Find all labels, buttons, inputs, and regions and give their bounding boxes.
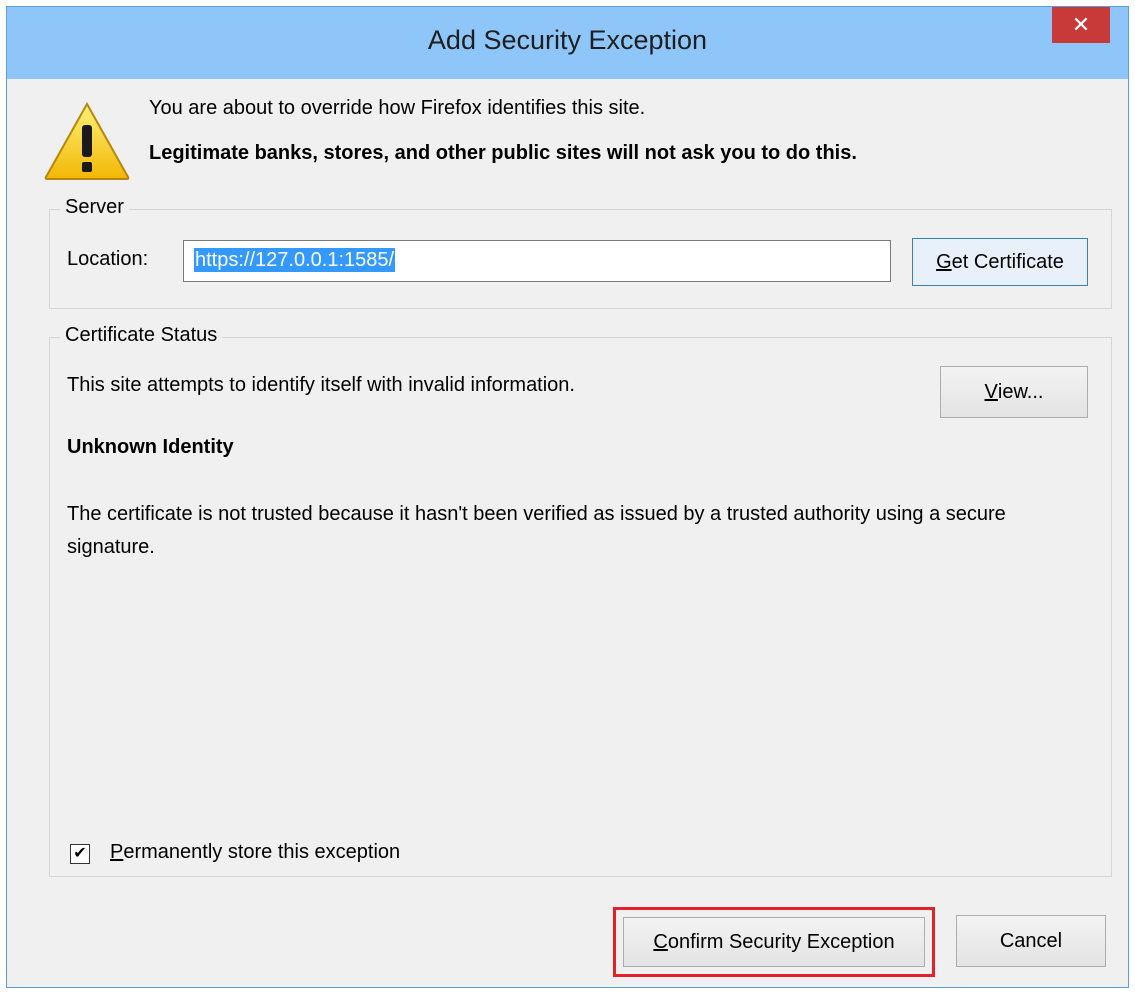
location-input[interactable]: https://127.0.0.1:1585/ xyxy=(183,240,891,282)
location-value: https://127.0.0.1:1585/ xyxy=(194,248,396,272)
get-certificate-label: et Certificate xyxy=(951,250,1064,273)
get-certificate-button[interactable]: Get Certificate xyxy=(912,238,1088,286)
unknown-identity-heading: Unknown Identity xyxy=(67,436,234,458)
title-bar[interactable]: Add Security Exception ✕ xyxy=(7,7,1128,79)
confirm-security-exception-button[interactable]: Confirm Security Exception xyxy=(623,917,925,967)
close-button[interactable]: ✕ xyxy=(1052,7,1110,43)
confirm-label: onfirm Security Exception xyxy=(667,930,895,953)
view-button[interactable]: View... xyxy=(940,366,1088,418)
certificate-status-legend: Certificate Status xyxy=(60,324,223,347)
warning-message: You are about to override how Firefox id… xyxy=(149,97,646,119)
location-label: Location: xyxy=(67,248,149,270)
status-message: This site attempts to identify itself wi… xyxy=(67,374,575,396)
certificate-status-group: Certificate Status This site attempts to… xyxy=(49,324,1112,877)
permanent-store-checkbox[interactable]: ✔ xyxy=(70,844,90,864)
get-certificate-accel: G xyxy=(936,250,952,273)
cancel-button[interactable]: Cancel xyxy=(956,915,1106,967)
permanent-store-label[interactable]: Permanently store this exception xyxy=(110,841,400,864)
close-icon: ✕ xyxy=(1071,12,1091,37)
server-legend: Server xyxy=(60,196,129,219)
add-security-exception-dialog: Add Security Exception ✕ You are about t… xyxy=(6,6,1129,988)
checkmark-icon: ✔ xyxy=(73,845,87,862)
server-group: Server Location: https://127.0.0.1:1585/… xyxy=(49,196,1112,309)
dialog-title: Add Security Exception xyxy=(427,25,708,55)
certificate-description: The certificate is not trusted because i… xyxy=(67,503,1006,558)
permanent-store-text: ermanently store this exception xyxy=(123,841,401,863)
view-accel: V xyxy=(984,380,998,403)
permanent-store-accel: P xyxy=(110,841,124,863)
cancel-label: Cancel xyxy=(999,929,1063,952)
confirm-accel: C xyxy=(653,930,668,953)
view-label: iew... xyxy=(997,380,1044,403)
warning-icon xyxy=(44,101,130,180)
dialog-content: You are about to override how Firefox id… xyxy=(15,79,1120,979)
warning-emphasis: Legitimate banks, stores, and other publ… xyxy=(149,142,857,164)
